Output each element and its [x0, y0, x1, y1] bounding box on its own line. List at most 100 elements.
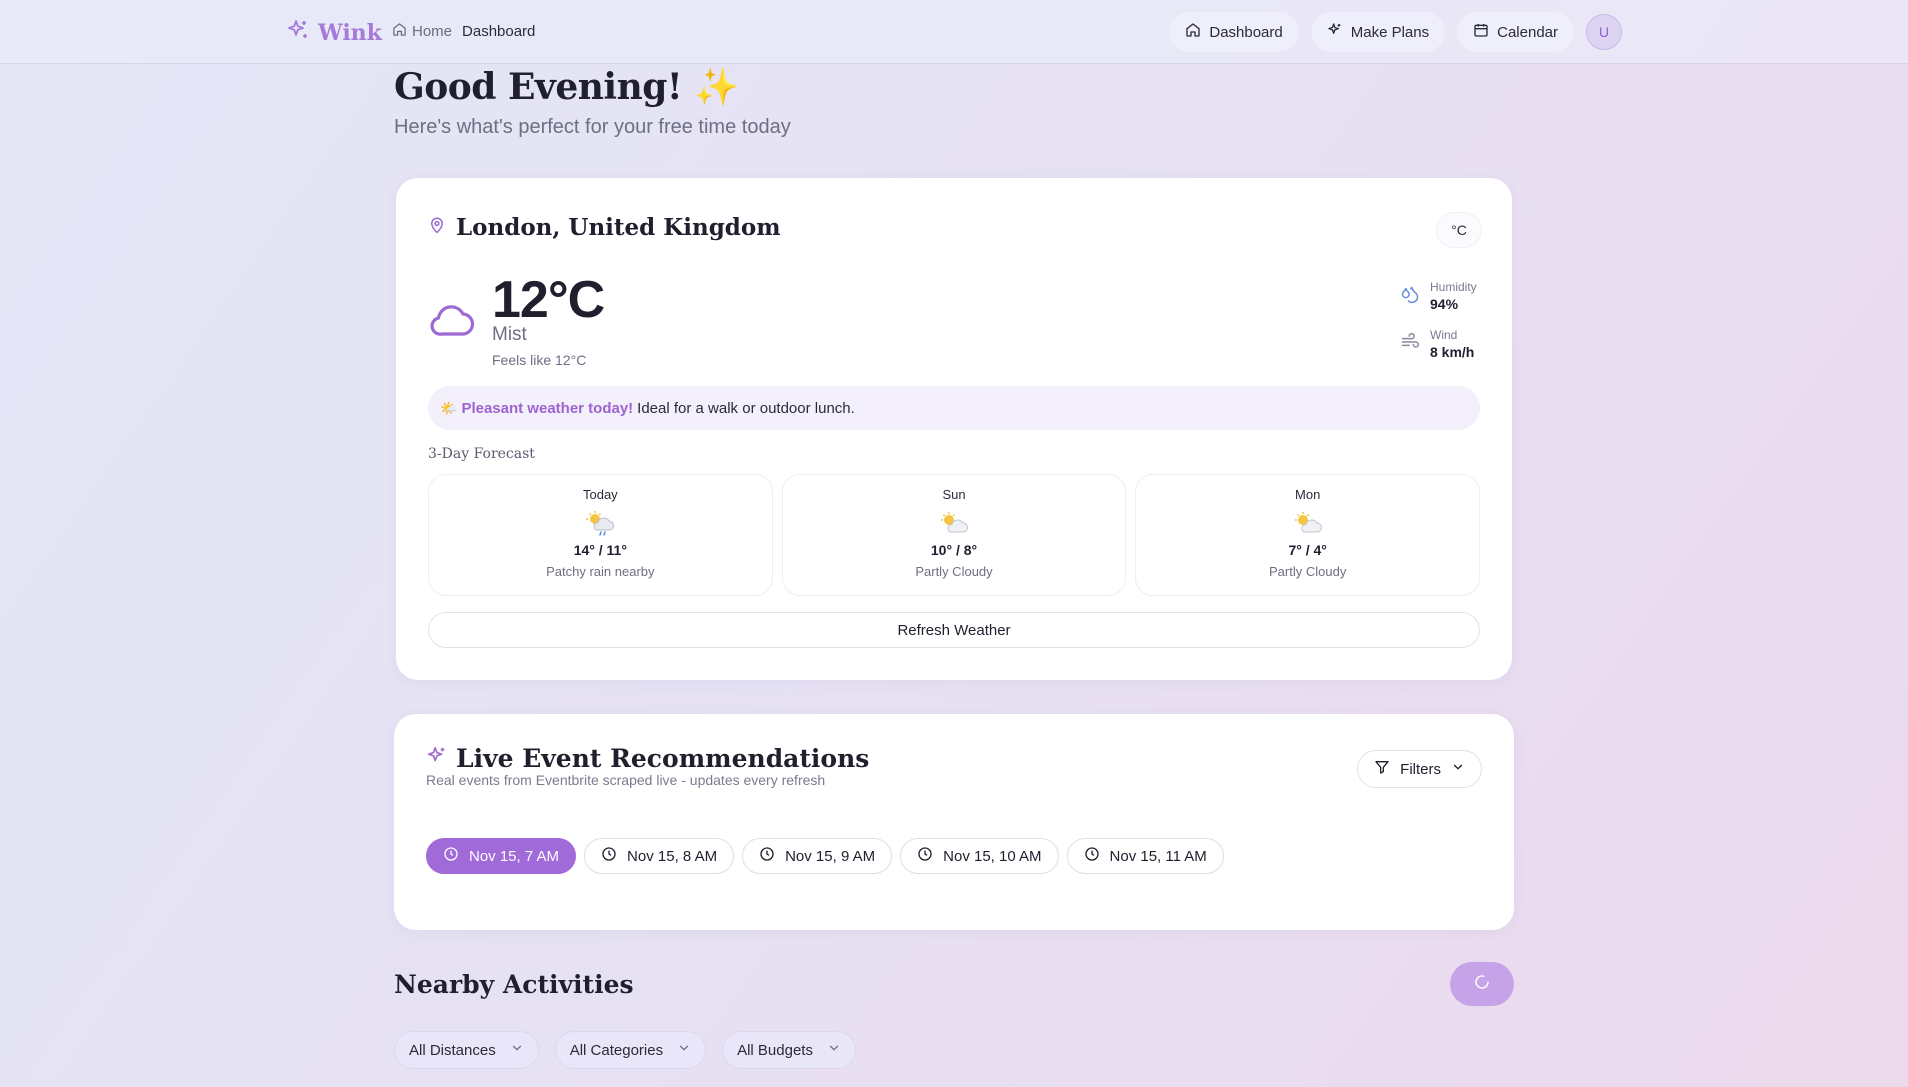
- sun-rain-cloud-icon: [585, 510, 615, 536]
- forecast-desc: Partly Cloudy: [1269, 564, 1347, 579]
- humidity-value: 94%: [1430, 296, 1459, 312]
- category-select-value: All Categories: [569, 1041, 664, 1059]
- time-slot-label: Nov 15, 11 AM: [1109, 847, 1207, 865]
- greeting-section: Good Evening! ✨ Here's what's perfect fo…: [394, 66, 791, 139]
- loading-spinner-icon: [1474, 974, 1490, 995]
- filters-label: Filters: [1400, 760, 1441, 778]
- breadcrumb-current: Dashboard: [462, 23, 536, 40]
- forecast-day-name: Sun: [942, 487, 966, 502]
- home-icon: [1185, 22, 1201, 42]
- cloud-icon: [428, 300, 476, 343]
- breadcrumb-home[interactable]: Home: [392, 22, 452, 41]
- forecast-desc: Patchy rain nearby: [546, 564, 655, 579]
- nav-dashboard-label: Dashboard: [1209, 23, 1283, 41]
- weather-tip-banner: 🌤️ Pleasant weather today! Ideal for a w…: [428, 386, 1480, 430]
- sparkle-emoji: ✨: [694, 66, 739, 108]
- nav-make-plans-button[interactable]: Make Plans: [1310, 12, 1446, 52]
- greeting-title: Good Evening! ✨: [394, 66, 791, 108]
- nav-calendar-label: Calendar: [1497, 23, 1558, 41]
- clock-icon: [759, 846, 775, 866]
- breadcrumb: Home Dashboard: [392, 22, 535, 41]
- events-subtitle: Real events from Eventbrite scraped live…: [426, 772, 826, 788]
- time-slot-label: Nov 15, 10 AM: [943, 847, 1042, 865]
- event-recommendations-card: Live Event Recommendations Real events f…: [394, 714, 1514, 930]
- time-slot-label: Nov 15, 9 AM: [785, 847, 876, 865]
- filter-icon: [1374, 759, 1390, 779]
- map-pin-icon: [428, 215, 446, 240]
- forecast-day-name: Mon: [1295, 487, 1321, 502]
- humidity-stat: Humidity 94%: [1400, 280, 1480, 312]
- nav-dashboard-button[interactable]: Dashboard: [1169, 12, 1299, 52]
- sparkles-icon: [1327, 22, 1343, 42]
- home-icon: [392, 22, 407, 41]
- weather-card: London, United Kingdom °C 12°C Mist Feel…: [396, 178, 1512, 680]
- clock-icon: [917, 846, 933, 866]
- partly-cloudy-icon: [939, 510, 969, 536]
- partly-cloudy-icon: [1293, 510, 1323, 536]
- nav-calendar-button[interactable]: Calendar: [1457, 12, 1574, 52]
- weather-tip-text: Ideal for a walk or outdoor lunch.: [637, 399, 855, 417]
- brand-name: Wink: [318, 19, 382, 46]
- chevron-down-icon: [827, 1041, 841, 1059]
- nearby-activities-title: Nearby Activities: [394, 970, 634, 999]
- time-slot-chip[interactable]: Nov 15, 11 AM: [1066, 838, 1224, 874]
- filters-button[interactable]: Filters: [1357, 750, 1482, 788]
- weather-location: London, United Kingdom: [428, 214, 781, 241]
- wind-label: Wind: [1430, 328, 1458, 342]
- time-slot-chip[interactable]: Nov 15, 10 AM: [900, 838, 1059, 874]
- forecast-list: Today 14° / 11° Patchy rain nearby Sun 1…: [428, 474, 1481, 596]
- chevron-down-icon: [677, 1041, 691, 1059]
- time-slot-label: Nov 15, 8 AM: [627, 847, 718, 865]
- wind-stat: Wind 8 km/h: [1400, 328, 1480, 360]
- forecast-range: 10° / 8°: [930, 542, 978, 558]
- chevron-down-icon: [1451, 760, 1465, 778]
- droplets-icon: [1400, 284, 1420, 309]
- clock-icon: [1084, 846, 1100, 866]
- humidity-label: Humidity: [1430, 280, 1477, 294]
- events-title: Live Event Recommendations: [456, 744, 870, 773]
- calendar-icon: [1473, 22, 1489, 42]
- main-nav: Dashboard Make Plans Calendar U: [1169, 12, 1622, 52]
- top-navigation-bar: Wink Home Dashboard Dashboard Make Plans: [0, 0, 1908, 64]
- forecast-desc: Partly Cloudy: [915, 564, 993, 579]
- location-name: London, United Kingdom: [456, 214, 781, 241]
- brand-logo[interactable]: Wink: [286, 18, 382, 47]
- sun-cloud-emoji: 🌤️: [440, 399, 458, 416]
- activity-filter-row: All Distances All Categories All Budgets: [394, 1031, 856, 1069]
- forecast-title: 3-Day Forecast: [428, 446, 535, 462]
- current-temperature: 12°C: [492, 271, 605, 329]
- time-slot-chip[interactable]: Nov 15, 7 AM: [426, 838, 577, 874]
- temperature-unit-toggle[interactable]: °C: [1436, 212, 1482, 248]
- forecast-day: Sun 10° / 8° Partly Cloudy: [781, 474, 1127, 596]
- time-slot-chip[interactable]: Nov 15, 9 AM: [742, 838, 893, 874]
- forecast-day-name: Today: [582, 487, 618, 502]
- distance-select-value: All Distances: [409, 1041, 496, 1059]
- time-slot-chip[interactable]: Nov 15, 8 AM: [584, 838, 735, 874]
- user-avatar[interactable]: U: [1586, 14, 1622, 50]
- greeting-subtitle: Here's what's perfect for your free time…: [394, 116, 791, 138]
- category-select[interactable]: All Categories: [554, 1031, 707, 1069]
- events-header: Live Event Recommendations: [426, 744, 869, 773]
- budget-select-value: All Budgets: [737, 1041, 813, 1059]
- clock-icon: [601, 846, 617, 866]
- forecast-range: 14° / 11°: [573, 542, 627, 558]
- breadcrumb-home-label: Home: [412, 23, 453, 40]
- greeting-text: Good Evening!: [394, 66, 683, 108]
- clock-icon: [443, 846, 459, 866]
- budget-select[interactable]: All Budgets: [722, 1031, 856, 1069]
- forecast-range: 7° / 4°: [1288, 542, 1327, 558]
- time-slot-label: Nov 15, 7 AM: [469, 847, 560, 865]
- wind-value: 8 km/h: [1430, 344, 1475, 360]
- current-condition: Mist: [492, 324, 527, 345]
- sparkles-icon: [426, 745, 448, 772]
- forecast-day: Mon 7° / 4° Partly Cloudy: [1135, 474, 1481, 596]
- distance-select[interactable]: All Distances: [394, 1031, 539, 1069]
- forecast-day: Today 14° / 11° Patchy rain nearby: [428, 474, 773, 596]
- weather-tip-headline: Pleasant weather today!: [461, 399, 634, 417]
- time-slot-list: Nov 15, 7 AM Nov 15, 8 AM Nov 15, 9 AM N…: [426, 838, 1224, 874]
- nav-make-plans-label: Make Plans: [1350, 23, 1430, 41]
- refresh-weather-button[interactable]: Refresh Weather: [428, 612, 1480, 648]
- chevron-down-icon: [510, 1041, 524, 1059]
- refresh-activities-button[interactable]: [1450, 962, 1514, 1006]
- wind-icon: [1400, 332, 1420, 357]
